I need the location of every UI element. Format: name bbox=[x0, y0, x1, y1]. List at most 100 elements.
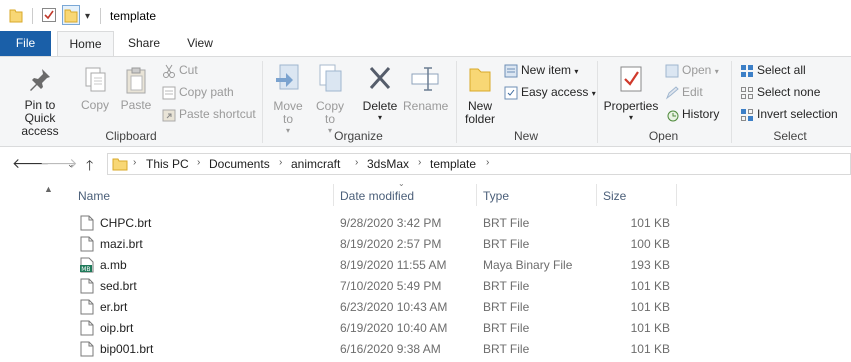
column-divider[interactable] bbox=[333, 184, 334, 206]
file-name[interactable]: mazi.brt bbox=[100, 237, 143, 251]
select-group-label: Select bbox=[773, 129, 807, 143]
copy-to-icon bbox=[319, 64, 342, 92]
column-header-type[interactable]: Type bbox=[483, 189, 509, 203]
invert-selection-icon bbox=[741, 108, 753, 121]
select-all-label: Select all bbox=[757, 63, 806, 77]
copy-path-button[interactable]: Copy path bbox=[162, 85, 234, 100]
recent-locations-chevron-icon[interactable]: ⌄ bbox=[67, 159, 75, 170]
file-name[interactable]: er.brt bbox=[100, 300, 127, 314]
file-size: 193 KB bbox=[630, 258, 670, 272]
move-to-icon bbox=[276, 64, 299, 90]
scissors-icon bbox=[163, 64, 175, 78]
maya-binary-icon: MB bbox=[80, 257, 94, 273]
file-type: BRT File bbox=[483, 321, 530, 335]
select-all-button[interactable]: Select all bbox=[740, 63, 806, 78]
file-row[interactable]: mazi.brt 8/19/2020 2:57 PM BRT File 100 KB bbox=[75, 234, 675, 255]
invert-selection-button[interactable]: Invert selection bbox=[740, 107, 838, 122]
file-row[interactable]: bip001.brt 6/16/2020 9:38 AM BRT File 101 K… bbox=[75, 339, 675, 360]
easy-access-icon bbox=[504, 86, 518, 100]
column-divider[interactable] bbox=[476, 184, 477, 206]
ribbon: Pin to Quick access Copy Paste Cut Copy … bbox=[0, 56, 851, 147]
select-none-label: Select none bbox=[757, 85, 821, 99]
tab-home[interactable]: Home bbox=[57, 31, 114, 57]
easy-access-button[interactable]: Easy access ▾ bbox=[504, 85, 596, 100]
address-bar[interactable]: › This PC › Documents › animcraft › 3dsM… bbox=[107, 153, 851, 175]
breadcrumb-separator-icon[interactable]: › bbox=[279, 157, 282, 168]
properties-check-icon[interactable] bbox=[41, 7, 57, 23]
file-name[interactable]: sed.brt bbox=[100, 279, 137, 293]
tab-view[interactable]: View bbox=[174, 31, 226, 56]
breadcrumb-separator-icon[interactable]: › bbox=[355, 157, 358, 168]
breadcrumb-separator-icon[interactable]: › bbox=[197, 157, 200, 168]
select-none-button[interactable]: Select none bbox=[740, 85, 820, 100]
edit-label: Edit bbox=[682, 85, 703, 99]
file-name[interactable]: oip.brt bbox=[100, 321, 133, 335]
history-button[interactable]: History bbox=[665, 107, 719, 122]
file-size: 101 KB bbox=[630, 321, 670, 335]
rename-button[interactable]: Rename bbox=[403, 63, 448, 113]
rename-icon bbox=[411, 67, 439, 91]
breadcrumb-3dsmax[interactable]: 3dsMax bbox=[367, 157, 409, 171]
tab-file[interactable]: File bbox=[0, 31, 51, 56]
customize-toolbar-chevron-icon[interactable]: ▾ bbox=[85, 11, 90, 22]
file-name[interactable]: CHPC.brt bbox=[100, 216, 151, 230]
pin-quick-access-button[interactable]: Pin to Quick access bbox=[4, 66, 76, 138]
breadcrumb-documents[interactable]: Documents bbox=[209, 157, 270, 171]
clipboard-group-label: Clipboard bbox=[105, 129, 157, 143]
paste-shortcut-icon bbox=[162, 109, 176, 122]
breadcrumb-separator-icon[interactable]: › bbox=[418, 157, 421, 168]
folder-icon bbox=[9, 9, 23, 23]
file-name[interactable]: bip001.brt bbox=[100, 342, 153, 356]
column-header-name[interactable]: Name bbox=[78, 189, 110, 203]
breadcrumb-separator-icon: › bbox=[133, 157, 137, 168]
column-divider[interactable] bbox=[676, 184, 677, 206]
copy-button[interactable]: Copy bbox=[77, 66, 113, 112]
open-button[interactable]: Open ▾ bbox=[665, 63, 719, 78]
file-row[interactable]: er.brt 6/23/2020 10:43 AM BRT File 101 KB bbox=[75, 297, 675, 318]
move-to-button[interactable]: Move to ▾ bbox=[270, 63, 306, 136]
column-divider[interactable] bbox=[596, 184, 597, 206]
file-row[interactable]: CHPC.brt 9/28/2020 3:42 PM BRT File 101 KB bbox=[75, 213, 675, 234]
delete-button[interactable]: Delete ▾ bbox=[361, 63, 399, 123]
tab-share[interactable]: Share bbox=[118, 31, 170, 56]
document-icon bbox=[80, 341, 94, 357]
file-row[interactable]: MB a.mb 8/19/2020 11:55 AM Maya Binary File… bbox=[75, 255, 675, 276]
copy-to-button[interactable]: Copy to ▾ bbox=[312, 63, 348, 136]
column-header-size[interactable]: Size bbox=[603, 189, 626, 203]
file-date: 8/19/2020 11:55 AM bbox=[340, 258, 447, 272]
breadcrumb-this-pc[interactable]: This PC bbox=[146, 157, 189, 171]
new-item-label: New item bbox=[521, 63, 572, 77]
file-type: BRT File bbox=[483, 237, 530, 251]
breadcrumb-separator-icon[interactable]: › bbox=[486, 157, 489, 168]
cut-label: Cut bbox=[179, 63, 198, 77]
file-type: BRT File bbox=[483, 300, 530, 314]
breadcrumb-animcraft[interactable]: animcraft bbox=[291, 157, 340, 171]
pin-icon bbox=[30, 69, 50, 91]
new-folder-label: New folder bbox=[464, 99, 496, 126]
paste-shortcut-button[interactable]: Paste shortcut bbox=[162, 107, 256, 122]
file-type: BRT File bbox=[483, 279, 530, 293]
file-row[interactable]: sed.brt 7/10/2020 5:49 PM BRT File 101 KB bbox=[75, 276, 675, 297]
paste-button[interactable]: Paste bbox=[117, 66, 155, 112]
file-type: BRT File bbox=[483, 216, 530, 230]
new-group-label: New bbox=[513, 129, 538, 143]
new-item-button[interactable]: New item ▾ bbox=[504, 63, 578, 78]
copy-path-icon bbox=[162, 86, 176, 100]
new-folder-button[interactable]: New folder bbox=[459, 63, 501, 126]
file-size: 101 KB bbox=[630, 216, 670, 230]
edit-button[interactable]: Edit bbox=[665, 85, 703, 100]
properties-button[interactable]: Properties ▾ bbox=[602, 63, 660, 123]
new-folder-quick-icon[interactable] bbox=[62, 5, 80, 25]
column-header-date[interactable]: Date modified bbox=[340, 189, 414, 203]
open-icon bbox=[665, 64, 679, 78]
file-row[interactable]: oip.brt 6/19/2020 10:40 AM BRT File 101 KB bbox=[75, 318, 675, 339]
file-type: BRT File bbox=[483, 342, 530, 356]
copy-icon bbox=[85, 67, 106, 92]
breadcrumb-template[interactable]: template bbox=[430, 157, 476, 171]
select-none-icon bbox=[741, 86, 753, 99]
history-label: History bbox=[682, 107, 720, 121]
cut-button[interactable]: Cut bbox=[162, 63, 198, 78]
up-arrow-icon[interactable]: 🡑 bbox=[86, 155, 93, 179]
file-size: 101 KB bbox=[630, 279, 670, 293]
file-name[interactable]: a.mb bbox=[100, 258, 127, 272]
